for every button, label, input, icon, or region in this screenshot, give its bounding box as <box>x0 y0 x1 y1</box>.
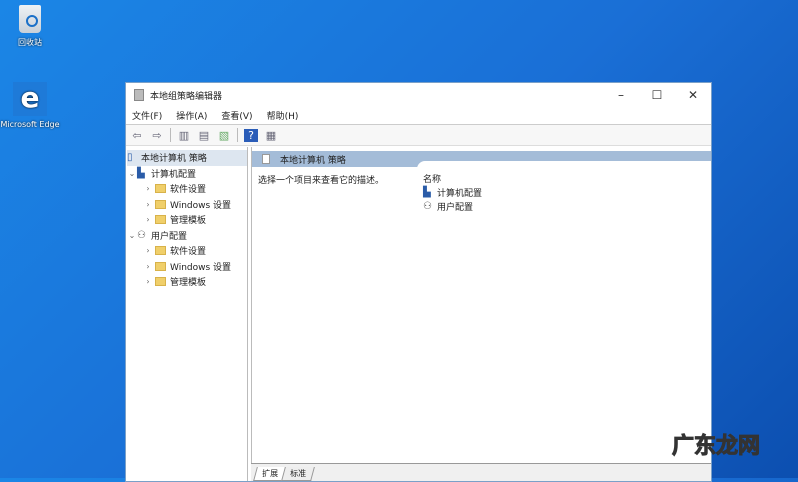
user-icon: ⚇ <box>423 200 432 212</box>
help-icon[interactable]: ? <box>244 128 258 142</box>
recycle-bin-icon <box>19 5 41 33</box>
group-policy-editor-window: 本地组策略编辑器 – ☐ ✕ 文件(F) 操作(A) 查看(V) 帮助(H) ⇦… <box>125 82 712 482</box>
folder-icon <box>155 199 166 209</box>
recycle-bin-desktop-icon[interactable]: 回收站 <box>0 5 60 48</box>
show-tree-icon[interactable]: ▥ <box>177 129 191 142</box>
filter-icon[interactable]: ▦ <box>264 129 278 142</box>
list-item[interactable]: ▙ 计算机配置 <box>423 185 711 199</box>
app-icon <box>134 89 144 101</box>
menu-file[interactable]: 文件(F) <box>132 109 162 122</box>
divider <box>237 128 238 142</box>
user-icon: ⚇ <box>137 229 146 241</box>
tab-standard[interactable]: 标准 <box>281 467 315 481</box>
folder-icon <box>155 277 166 287</box>
chevron-down-icon[interactable]: ⌄ <box>127 169 137 178</box>
tree-item[interactable]: › Windows 设置 <box>127 197 247 213</box>
export-icon[interactable]: ▧ <box>217 129 231 142</box>
computer-icon: ▙ <box>423 186 431 198</box>
tree-item[interactable]: › 软件设置 <box>127 181 247 197</box>
forward-icon[interactable]: ⇨ <box>150 129 164 142</box>
window-title: 本地组策略编辑器 <box>150 91 223 102</box>
title-bar[interactable]: 本地组策略编辑器 – ☐ ✕ <box>126 83 711 107</box>
column-header-name[interactable]: 名称 <box>423 171 711 185</box>
divider <box>170 128 171 142</box>
chevron-down-icon[interactable]: ⌄ <box>127 231 137 240</box>
description-text: 选择一个项目来查看它的描述。 <box>258 176 385 186</box>
list-item[interactable]: ⚇ 用户配置 <box>423 199 711 213</box>
folder-icon <box>155 246 166 256</box>
tree-item[interactable]: › 软件设置 <box>127 243 247 259</box>
folder-icon <box>155 215 166 225</box>
watermark: 广东龙网 <box>671 434 760 460</box>
chevron-right-icon[interactable]: › <box>143 262 153 271</box>
tree-pane: ▯ 本地计算机 策略 ⌄ ▙ 计算机配置 › 软件设置 › Windows 设置 › 管理模… <box>127 147 248 481</box>
chevron-right-icon[interactable]: › <box>143 215 153 224</box>
tree-item[interactable]: › 管理模板 <box>127 274 247 290</box>
tree-computer-config[interactable]: ⌄ ▙ 计算机配置 <box>127 166 247 182</box>
item-list: 名称 ▙ 计算机配置 ⚇ 用户配置 <box>417 161 711 463</box>
tree-user-config[interactable]: ⌄ ⚇ 用户配置 <box>127 228 247 244</box>
chevron-right-icon[interactable]: › <box>143 200 153 209</box>
properties-icon[interactable]: ▤ <box>197 129 211 142</box>
document-icon <box>262 154 270 164</box>
menu-bar: 文件(F) 操作(A) 查看(V) 帮助(H) <box>126 107 711 125</box>
menu-help[interactable]: 帮助(H) <box>267 109 299 122</box>
chevron-right-icon[interactable]: › <box>143 277 153 286</box>
chevron-right-icon[interactable]: › <box>143 246 153 255</box>
toolbar: ⇦ ⇨ ▥ ▤ ▧ ? ▦ <box>126 125 711 146</box>
chevron-right-icon[interactable]: › <box>143 184 153 193</box>
minimize-button[interactable]: – <box>603 88 639 102</box>
menu-view[interactable]: 查看(V) <box>221 109 252 122</box>
details-pane: 本地计算机 策略 选择一个项目来查看它的描述。 名称 ▙ 计算机配置 ⚇ 用户配置 <box>251 147 711 463</box>
folder-icon <box>155 261 166 271</box>
tree-item[interactable]: › 管理模板 <box>127 212 247 228</box>
computer-icon: ▙ <box>137 167 145 179</box>
back-icon[interactable]: ⇦ <box>130 129 144 142</box>
menu-action[interactable]: 操作(A) <box>176 109 207 122</box>
policy-icon: ▯ <box>127 152 133 164</box>
tree-item[interactable]: › Windows 设置 <box>127 259 247 275</box>
view-tabs: 扩展 标准 <box>251 463 711 481</box>
close-button[interactable]: ✕ <box>675 88 711 102</box>
tree-root[interactable]: ▯ 本地计算机 策略 <box>127 150 247 166</box>
edge-desktop-icon[interactable]: e Microsoft Edge <box>0 82 60 130</box>
maximize-button[interactable]: ☐ <box>639 88 675 102</box>
folder-icon <box>155 184 166 194</box>
edge-icon: e <box>13 82 47 116</box>
